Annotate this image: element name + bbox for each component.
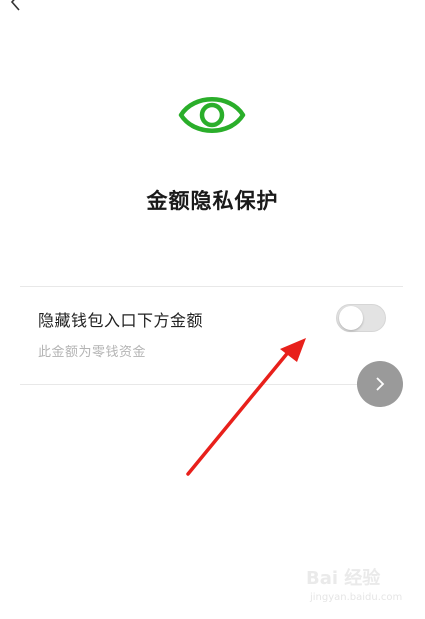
back-button[interactable] xyxy=(4,0,28,14)
hide-amount-toggle[interactable] xyxy=(336,304,386,332)
page-title: 金额隐私保护 xyxy=(146,189,279,213)
watermark-brand: Bai 经验 xyxy=(306,568,381,589)
next-button[interactable] xyxy=(357,361,403,407)
chevron-left-icon xyxy=(10,0,20,11)
divider-top xyxy=(20,286,403,287)
privacy-settings-page: 金额隐私保护 隐藏钱包入口下方金额 此金额为零钱资金 Bai 经验 jingya… xyxy=(0,0,425,619)
watermark-site: jingyan.baidu.com xyxy=(310,592,403,603)
chevron-right-icon xyxy=(376,377,385,391)
eye-icon xyxy=(178,97,246,133)
toggle-knob xyxy=(339,306,363,330)
divider-bottom xyxy=(20,384,403,385)
baidu-jingyan-watermark: Bai 经验 jingyan.baidu.com xyxy=(306,560,406,610)
hide-amount-setting-label: 隐藏钱包入口下方金额 xyxy=(38,311,204,330)
hide-amount-setting-description: 此金额为零钱资金 xyxy=(38,345,147,360)
